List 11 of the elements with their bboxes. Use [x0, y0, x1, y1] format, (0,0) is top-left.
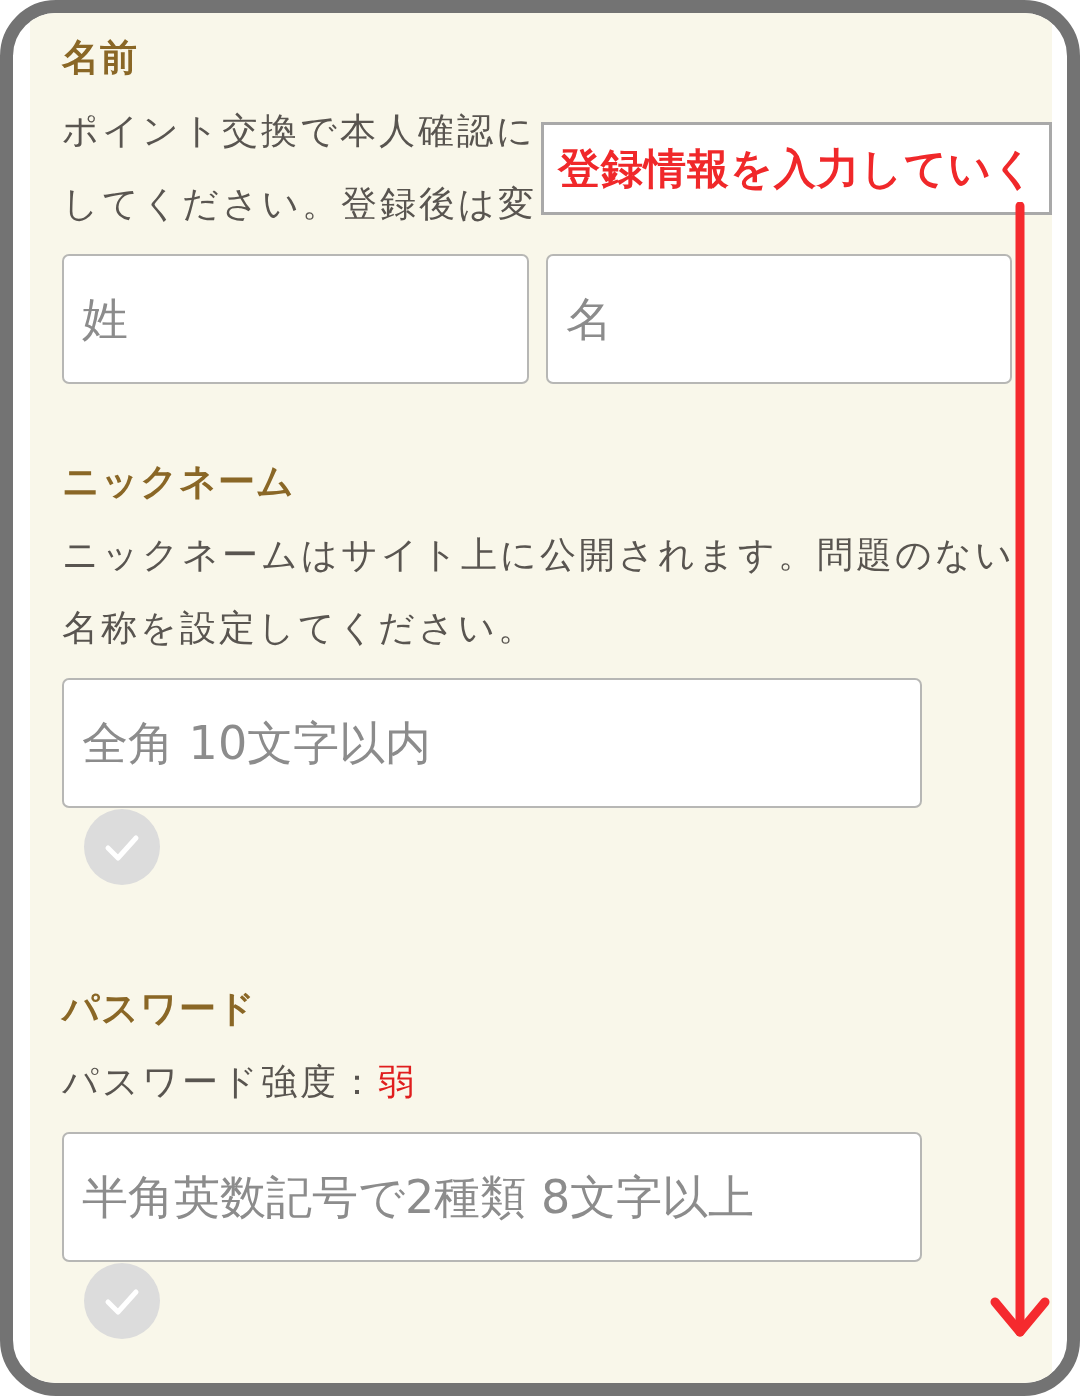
input-field[interactable]: 全角 10文字以内 — [62, 678, 922, 808]
section-heading: パスワード — [62, 986, 256, 1032]
input-field[interactable]: 名 — [545, 254, 1012, 384]
description-text: ポイント交換で本人確認に してください。登録後は変 — [62, 109, 537, 226]
annotation-label: 登録情報を入力していく — [541, 122, 1052, 215]
section-heading: ニックネーム — [62, 459, 295, 505]
section-heading: 名前 — [62, 35, 138, 81]
description-text: ニックネームはサイト上に公開されます。問題のない 名称を設定してください。 — [62, 533, 1015, 650]
input-field[interactable]: 半角英数記号で2種類 8文字以上 — [62, 1132, 922, 1262]
password-strength-text: パスワード強度：弱 — [62, 1060, 417, 1104]
input-field[interactable]: 姓 — [62, 254, 529, 384]
